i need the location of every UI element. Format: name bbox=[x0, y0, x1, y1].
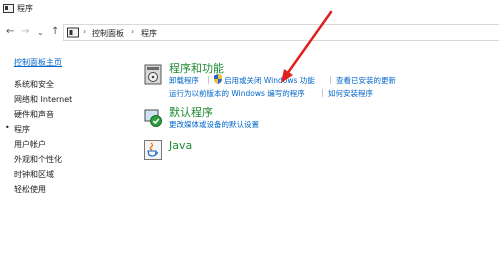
view-installed-updates-link[interactable]: 查看已安装的更新 bbox=[336, 75, 396, 86]
sidebar-item-clock-region[interactable]: 时钟和区域 bbox=[14, 169, 54, 180]
breadcrumb-separator: › bbox=[83, 27, 87, 36]
java-icon[interactable] bbox=[144, 140, 162, 160]
back-button[interactable]: ← bbox=[6, 26, 14, 38]
control-panel-icon bbox=[67, 27, 79, 38]
up-button[interactable]: ↑ bbox=[51, 26, 59, 38]
control-panel-home-link[interactable]: 控制面板主页 bbox=[14, 57, 62, 68]
sidebar-item-hardware-sound[interactable]: 硬件和声音 bbox=[14, 109, 54, 120]
programs-features-icon[interactable] bbox=[144, 63, 162, 85]
change-media-defaults-link[interactable]: 更改媒体或设备的默认设置 bbox=[169, 119, 259, 130]
java-title[interactable]: Java bbox=[169, 139, 192, 152]
sidebar-item-user-accounts[interactable]: 用户帐户 bbox=[14, 139, 46, 150]
title-bar: 程序 bbox=[0, 0, 499, 18]
address-box[interactable]: › 控制面板 › 程序 bbox=[63, 24, 499, 41]
sidebar-item-programs: 程序 bbox=[14, 125, 30, 134]
how-to-install-link[interactable]: 如何安装程序 bbox=[328, 88, 373, 99]
active-item-marker: • bbox=[5, 123, 10, 132]
link-separator bbox=[330, 76, 331, 84]
link-separator bbox=[322, 89, 323, 97]
breadcrumb-separator: › bbox=[131, 27, 135, 36]
forward-button[interactable]: → bbox=[21, 26, 29, 38]
recent-locations-button[interactable]: ⌄ bbox=[37, 27, 44, 39]
run-older-programs-link[interactable]: 运行为以前版本的 Windows 编写的程序 bbox=[169, 88, 305, 99]
address-bar: ← → ⌄ ↑ › 控制面板 › 程序 bbox=[0, 22, 499, 44]
control-panel-icon bbox=[3, 4, 14, 13]
sidebar-item-system-security[interactable]: 系统和安全 bbox=[14, 79, 54, 90]
breadcrumb-programs[interactable]: 程序 bbox=[141, 28, 157, 39]
shield-icon bbox=[214, 74, 222, 84]
default-programs-title[interactable]: 默认程序 bbox=[169, 104, 213, 120]
sidebar-item-appearance[interactable]: 外观和个性化 bbox=[14, 154, 62, 165]
turn-windows-features-link[interactable]: 启用或关闭 Windows 功能 bbox=[224, 75, 315, 86]
window-title: 程序 bbox=[17, 4, 33, 13]
uninstall-program-link[interactable]: 卸载程序 bbox=[169, 75, 199, 86]
default-programs-icon[interactable] bbox=[144, 109, 162, 127]
sidebar-item-network-internet[interactable]: 网络和 Internet bbox=[14, 94, 72, 105]
sidebar-item-ease-of-access[interactable]: 轻松使用 bbox=[14, 184, 46, 195]
breadcrumb-control-panel[interactable]: 控制面板 bbox=[92, 28, 124, 39]
link-separator bbox=[208, 76, 209, 84]
